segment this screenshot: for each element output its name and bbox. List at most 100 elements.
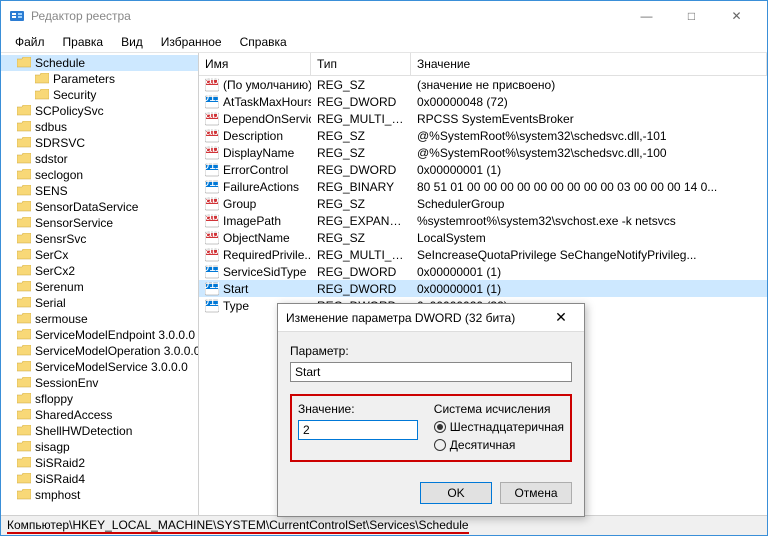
ok-button[interactable]: OK xyxy=(420,482,492,504)
list-row[interactable]: abObjectNameREG_SZLocalSystem xyxy=(199,229,767,246)
reg-value-icon: ab xyxy=(205,129,219,143)
tree-item[interactable]: SCPolicySvc xyxy=(1,103,198,119)
menu-file[interactable]: Файл xyxy=(7,33,53,51)
value-name: DisplayName xyxy=(223,146,294,160)
tree-item[interactable]: SessionEnv xyxy=(1,375,198,391)
folder-icon xyxy=(35,89,49,101)
radio-dec[interactable]: Десятичная xyxy=(434,438,564,452)
tree-item[interactable]: SiSRaid2 xyxy=(1,455,198,471)
list-row[interactable]: 011FailureActionsREG_BINARY80 51 01 00 0… xyxy=(199,178,767,195)
cancel-button[interactable]: Отмена xyxy=(500,482,572,504)
header-value[interactable]: Значение xyxy=(411,53,767,75)
value-name: Group xyxy=(223,197,256,211)
tree-item[interactable]: smphost xyxy=(1,487,198,503)
tree-item[interactable]: Schedule xyxy=(1,55,198,71)
tree-item[interactable]: Serenum xyxy=(1,279,198,295)
tree-item[interactable]: sermouse xyxy=(1,311,198,327)
folder-icon xyxy=(17,489,31,501)
list-row[interactable]: 011StartREG_DWORD0x00000001 (1) xyxy=(199,280,767,297)
list-row[interactable]: ab(По умолчанию)REG_SZ(значение не присв… xyxy=(199,76,767,93)
folder-icon xyxy=(17,201,31,213)
tree-item[interactable]: sdstor xyxy=(1,151,198,167)
tree-panel[interactable]: ScheduleParametersSecuritySCPolicySvcsdb… xyxy=(1,53,199,515)
value-type: REG_MULTI_SZ xyxy=(311,112,411,126)
tree-item-label: Serial xyxy=(35,295,66,311)
tree-item-label: seclogon xyxy=(35,167,83,183)
folder-icon xyxy=(17,249,31,261)
tree-item-label: sdstor xyxy=(35,151,68,167)
list-row[interactable]: 011ServiceSidTypeREG_DWORD0x00000001 (1) xyxy=(199,263,767,280)
folder-icon xyxy=(17,361,31,373)
value-input[interactable] xyxy=(298,420,418,440)
tree-item[interactable]: Parameters xyxy=(1,71,198,87)
svg-text:011: 011 xyxy=(205,299,219,308)
minimize-button[interactable]: — xyxy=(624,1,669,31)
list-row[interactable]: abDisplayNameREG_SZ@%SystemRoot%\system3… xyxy=(199,144,767,161)
tree-item-label: SharedAccess xyxy=(35,407,112,423)
svg-text:011: 011 xyxy=(205,95,219,104)
folder-icon xyxy=(17,121,31,133)
tree-item[interactable]: Serial xyxy=(1,295,198,311)
dialog-close-button[interactable]: ✕ xyxy=(546,309,576,326)
title-bar: Редактор реестра — □ ✕ xyxy=(1,1,767,31)
tree-item[interactable]: seclogon xyxy=(1,167,198,183)
reg-value-icon: ab xyxy=(205,197,219,211)
folder-icon xyxy=(17,393,31,405)
tree-item[interactable]: sdbus xyxy=(1,119,198,135)
value-name: ErrorControl xyxy=(223,163,288,177)
menu-edit[interactable]: Правка xyxy=(55,33,112,51)
tree-item[interactable]: SerCx2 xyxy=(1,263,198,279)
radix-label: Система исчисления xyxy=(434,402,564,416)
tree-item[interactable]: SensorService xyxy=(1,215,198,231)
folder-icon xyxy=(35,73,49,85)
tree-item[interactable]: SDRSVC xyxy=(1,135,198,151)
tree-item[interactable]: SENS xyxy=(1,183,198,199)
menu-view[interactable]: Вид xyxy=(113,33,151,51)
maximize-button[interactable]: □ xyxy=(669,1,714,31)
close-button[interactable]: ✕ xyxy=(714,1,759,31)
radio-hex[interactable]: Шестнадцатеричная xyxy=(434,420,564,434)
menu-favorites[interactable]: Избранное xyxy=(153,33,230,51)
tree-item[interactable]: Security xyxy=(1,87,198,103)
list-row[interactable]: 011AtTaskMaxHoursREG_DWORD0x00000048 (72… xyxy=(199,93,767,110)
list-row[interactable]: abGroupREG_SZSchedulerGroup xyxy=(199,195,767,212)
value-name: ServiceSidType xyxy=(223,265,306,279)
tree-item-label: SENS xyxy=(35,183,68,199)
tree-item[interactable]: SharedAccess xyxy=(1,407,198,423)
reg-value-icon: 011 xyxy=(205,299,219,313)
tree-item[interactable]: SensrSvc xyxy=(1,231,198,247)
header-type[interactable]: Тип xyxy=(311,53,411,75)
value-name: DependOnService xyxy=(223,112,311,126)
menu-help[interactable]: Справка xyxy=(232,33,295,51)
header-name[interactable]: Имя xyxy=(199,53,311,75)
folder-icon xyxy=(17,57,31,69)
svg-text:ab: ab xyxy=(205,78,219,87)
list-row[interactable]: abDescriptionREG_SZ@%SystemRoot%\system3… xyxy=(199,127,767,144)
tree-item[interactable]: ServiceModelService 3.0.0.0 xyxy=(1,359,198,375)
list-row[interactable]: abDependOnServiceREG_MULTI_SZRPCSS Syste… xyxy=(199,110,767,127)
tree-item-label: ServiceModelService 3.0.0.0 xyxy=(35,359,188,375)
reg-value-icon: 011 xyxy=(205,163,219,177)
list-row[interactable]: 011ErrorControlREG_DWORD0x00000001 (1) xyxy=(199,161,767,178)
tree-item-label: SiSRaid2 xyxy=(35,455,85,471)
tree-item[interactable]: sfloppy xyxy=(1,391,198,407)
dialog-title-text: Изменение параметра DWORD (32 бита) xyxy=(286,311,546,325)
folder-icon xyxy=(17,153,31,165)
tree-item-label: SessionEnv xyxy=(35,375,98,391)
tree-item[interactable]: ShellHWDetection xyxy=(1,423,198,439)
tree-item[interactable]: SerCx xyxy=(1,247,198,263)
status-path: Компьютер\HKEY_LOCAL_MACHINE\SYSTEM\Curr… xyxy=(7,518,469,534)
tree-item[interactable]: ServiceModelOperation 3.0.0.0 xyxy=(1,343,198,359)
param-input[interactable] xyxy=(290,362,572,382)
tree-item[interactable]: SensorDataService xyxy=(1,199,198,215)
tree-item-label: Parameters xyxy=(53,71,115,87)
list-row[interactable]: abImagePathREG_EXPAND_SZ%systemroot%\sys… xyxy=(199,212,767,229)
tree-item[interactable]: ServiceModelEndpoint 3.0.0.0 xyxy=(1,327,198,343)
folder-icon xyxy=(17,409,31,421)
tree-item[interactable]: SiSRaid4 xyxy=(1,471,198,487)
folder-icon xyxy=(17,233,31,245)
list-row[interactable]: abRequiredPrivile...REG_MULTI_SZSeIncrea… xyxy=(199,246,767,263)
value-name: (По умолчанию) xyxy=(223,78,311,92)
svg-text:ab: ab xyxy=(205,129,219,138)
tree-item[interactable]: sisagp xyxy=(1,439,198,455)
